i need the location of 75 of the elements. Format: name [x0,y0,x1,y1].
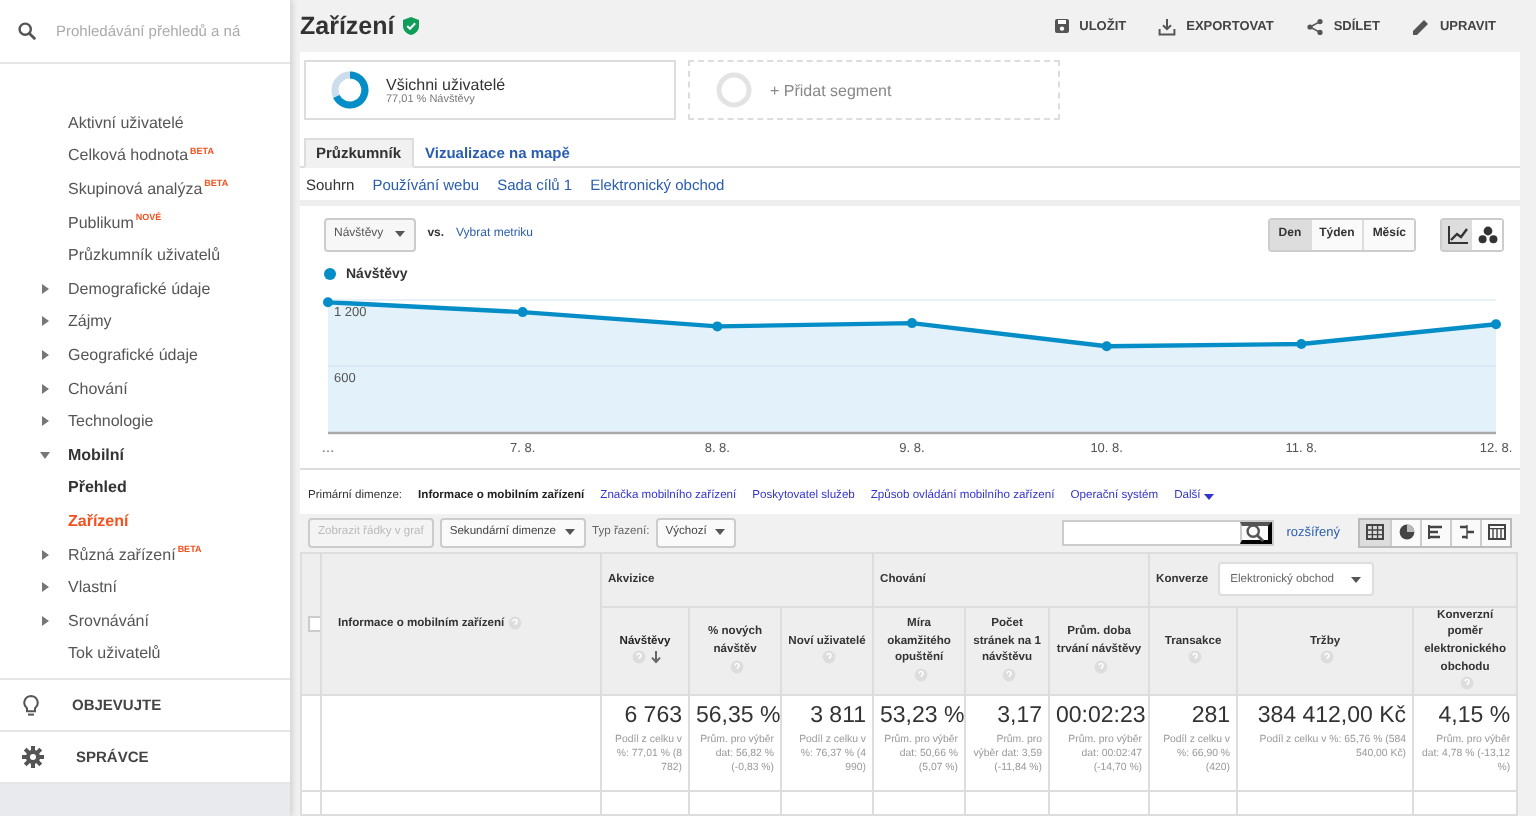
caret-icon[interactable] [40,549,50,560]
sort-arrow-icon[interactable] [650,650,662,665]
view-button[interactable] [1390,519,1420,546]
chart-type-button[interactable] [1442,219,1472,250]
chart-type-button[interactable] [1472,219,1502,250]
total-value: 384 412,00 Kč [1257,704,1407,732]
page-title: Zařízení [300,12,395,41]
total-value: 6 763 [624,704,682,732]
sidebar-item[interactable]: Různá zařízení [68,545,176,564]
caret-icon [714,528,727,537]
settings-icon[interactable] [22,746,44,768]
sidebar-item[interactable]: Zájmy [68,312,112,331]
data-point[interactable] [323,297,333,308]
lightbulb-icon[interactable] [22,693,40,717]
caret-icon [1350,575,1363,584]
data-point[interactable] [712,321,723,332]
caret-icon[interactable] [40,416,50,427]
total-value: 3,17 [997,704,1043,732]
search-icon [18,22,36,40]
caret-icon[interactable] [40,582,50,593]
sidebar-item[interactable]: Tok uživatelů [68,644,161,663]
donut-icon [330,70,370,111]
total-value: 3 811 [810,704,867,732]
sidebar-item[interactable]: Demografické údaje [68,279,211,298]
sidebar-item[interactable]: Srovnávání [68,611,149,630]
sidebar-item[interactable]: Mobilní [68,445,124,464]
view-button[interactable] [1420,519,1450,546]
caret-icon[interactable] [40,349,50,360]
caret-icon[interactable] [40,383,50,394]
download-icon [1158,17,1177,36]
share-icon [1305,17,1324,36]
data-point[interactable] [907,318,917,329]
data-point[interactable] [517,307,528,318]
shield-check-icon [402,16,421,37]
sidebar-item[interactable]: Skupinová analýza [68,179,203,198]
sidebar-item[interactable]: Chování [68,379,128,398]
segment-name: Všichni uživatelé [386,75,506,94]
sidebar-item[interactable]: Publikum [68,213,134,232]
bubbles-icon [1477,225,1497,244]
data-point[interactable] [1101,341,1112,352]
segment-name: + Přidat segment [770,81,892,100]
sidebar-item[interactable]: Celková hodnota [68,146,189,165]
caret-icon [393,230,406,239]
pencil-icon [1411,17,1430,36]
caret-icon[interactable] [40,449,50,460]
view-button[interactable] [1480,519,1510,546]
caret-icon[interactable] [40,283,50,294]
caret-icon [1204,493,1215,500]
sidebar-item[interactable]: Geografické údaje [68,345,198,364]
sidebar-item[interactable]: Přehled [68,478,127,497]
sidebar-item[interactable]: Technologie [68,412,154,431]
total-value: 53,23 % [880,704,965,732]
total-value: 281 [1191,704,1231,732]
line-chart-icon [1447,225,1467,244]
pie-chart-icon [1397,524,1415,541]
caret-icon[interactable] [40,615,50,626]
sidebar-item[interactable]: Vlastní [68,578,117,597]
save-icon [1053,18,1070,35]
data-point[interactable] [1296,339,1307,350]
sidebar-item[interactable]: Průzkumník uživatelů [68,246,221,265]
table-view-icon [1366,524,1384,541]
caret-icon [564,528,577,537]
view-button[interactable] [1450,519,1480,546]
view-button[interactable] [1360,519,1390,546]
total-value: 56,35 % [696,704,781,732]
comparison-icon [1457,524,1475,541]
bar-chart-icon [1427,524,1445,541]
sidebar-item[interactable]: Aktivní uživatelé [68,113,184,132]
data-point[interactable] [1491,319,1501,330]
total-value: 4,15 % [1438,704,1511,732]
caret-icon[interactable] [40,316,50,327]
total-value: 00:02:23 [1056,704,1146,732]
ring-icon [714,70,754,111]
segment-card[interactable]: + Přidat segment [688,60,1060,121]
pivot-icon [1487,524,1505,541]
